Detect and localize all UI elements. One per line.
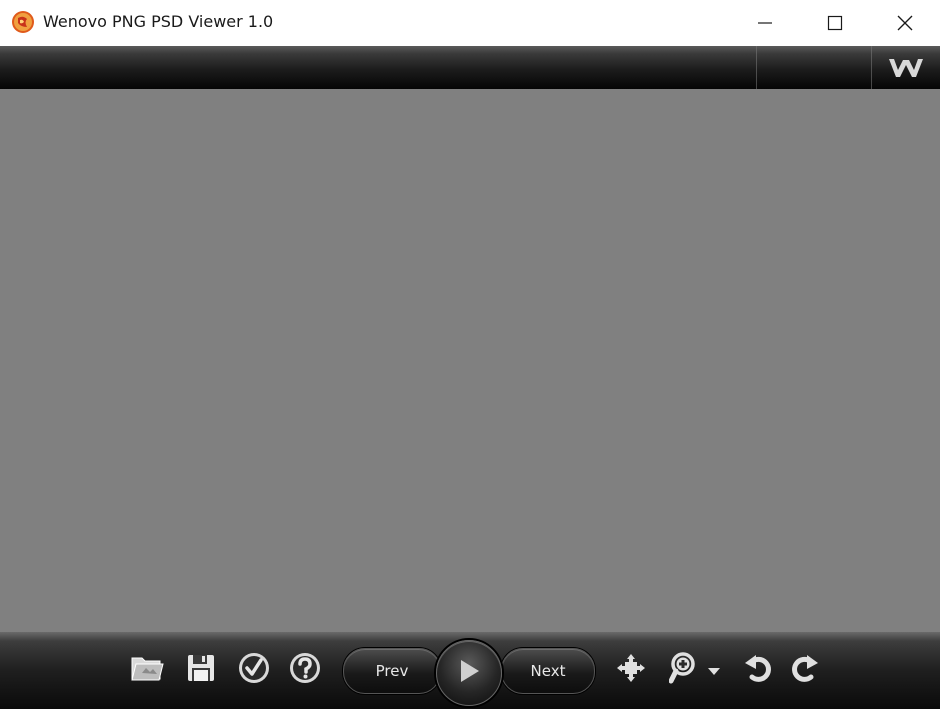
window-title: Wenovo PNG PSD Viewer 1.0 <box>43 12 274 31</box>
minimize-button[interactable] <box>730 0 800 46</box>
rotate-left-button[interactable] <box>739 650 779 690</box>
app-logo-icon <box>11 10 35 34</box>
maximize-button[interactable] <box>800 0 870 46</box>
zoom-button[interactable] <box>664 650 726 690</box>
brand-logo <box>872 46 940 89</box>
rotate-right-button[interactable] <box>784 650 824 690</box>
maximize-icon <box>827 15 843 31</box>
check-button[interactable] <box>234 650 274 690</box>
chevron-down-icon <box>707 661 721 680</box>
rotate-left-icon <box>743 651 775 689</box>
help-icon <box>288 651 322 689</box>
next-label: Next <box>530 662 566 680</box>
help-button[interactable] <box>285 650 325 690</box>
image-canvas[interactable] <box>0 89 940 632</box>
play-slideshow-button[interactable] <box>436 640 502 706</box>
rotate-right-icon <box>788 651 820 689</box>
toolbar-divider <box>756 46 757 89</box>
zoom-icon <box>668 651 707 689</box>
minimize-icon <box>757 15 773 31</box>
fit-to-screen-icon <box>615 652 647 688</box>
check-icon <box>237 651 271 689</box>
top-toolbar <box>0 46 940 89</box>
prev-button[interactable]: Prev <box>343 648 441 694</box>
open-button[interactable] <box>127 650 167 690</box>
fit-to-screen-button[interactable] <box>611 650 651 690</box>
save-icon <box>186 653 216 687</box>
close-button[interactable] <box>870 0 940 46</box>
next-button[interactable]: Next <box>501 648 595 694</box>
close-icon <box>896 14 914 32</box>
save-button[interactable] <box>181 650 221 690</box>
bottom-toolbar: Prev Next <box>0 632 940 709</box>
title-bar: Wenovo PNG PSD Viewer 1.0 <box>0 0 940 46</box>
app-window: Wenovo PNG PSD Viewer 1.0 Prev Next <box>0 0 940 709</box>
play-icon <box>456 657 482 689</box>
open-folder-icon <box>129 652 165 688</box>
prev-label: Prev <box>375 662 409 680</box>
